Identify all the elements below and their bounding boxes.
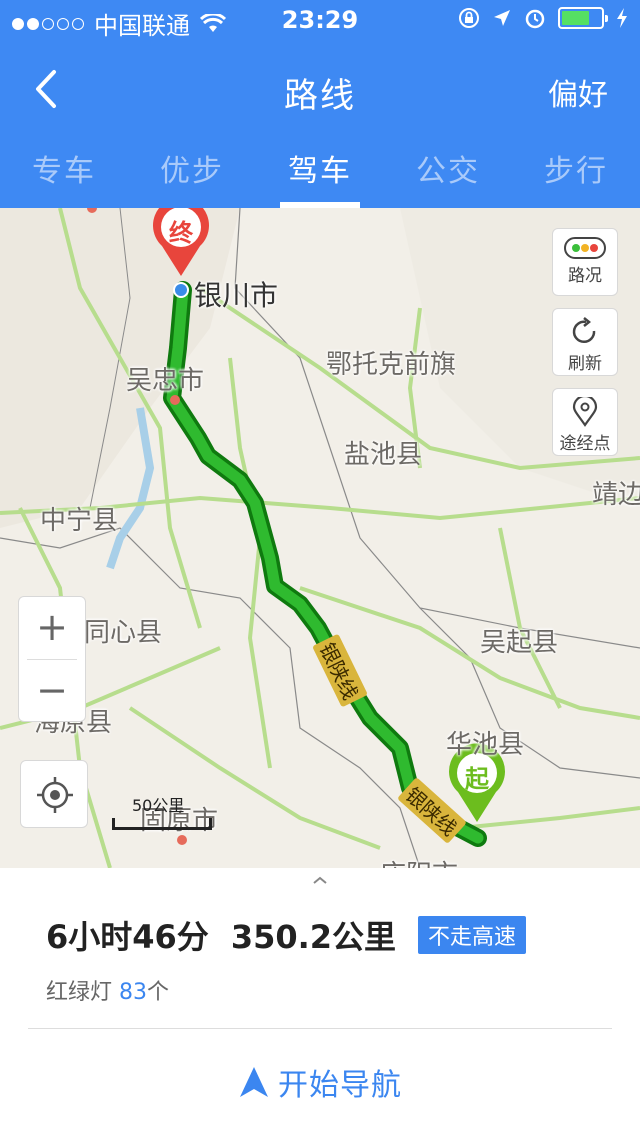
map-label-yinchuan: 银川市 (194, 279, 279, 312)
start-navigation-label: 开始导航 (278, 1068, 402, 1103)
location-arrow-icon (494, 10, 510, 26)
tab-private-car[interactable]: 专车 (0, 140, 128, 208)
page-title: 路线 (284, 76, 356, 116)
traffic-button[interactable]: 路况 (552, 228, 618, 296)
map-label-etuoke: 鄂托克前旗 (326, 350, 457, 380)
map-scale: 50公里 (112, 792, 212, 830)
nav-header: 路线 偏好 (0, 40, 640, 140)
map-canvas (0, 208, 640, 868)
traffic-label: 路况 (568, 266, 602, 286)
waypoint-button[interactable]: 途经点 (552, 388, 618, 456)
battery-icon (558, 7, 608, 29)
refresh-button[interactable]: 刷新 (552, 308, 618, 376)
alarm-icon (525, 9, 545, 29)
transport-mode-tabs: 专车 优步 驾车 公交 步行 (0, 140, 640, 208)
zoom-controls: + − (18, 596, 86, 722)
navigation-arrow-icon (240, 1067, 268, 1097)
status-right (458, 7, 628, 29)
route-map[interactable]: 终 起 银川市 鄂托克前旗 吴忠市 盐池县 靖边 中宁县 同心县 吴起县 海原县… (0, 208, 640, 868)
route-summary: 6小时46分 350.2公里 不走高速 (46, 912, 527, 958)
traffic-lights-count: 83 (119, 980, 148, 1005)
app-screen: 中国联通 23:29 路线 偏好 专车 优步 驾车 公交 步行 终 起 银川市 … (0, 0, 640, 1136)
refresh-icon (572, 317, 596, 344)
refresh-label: 刷新 (568, 354, 602, 374)
locate-me-button[interactable] (20, 760, 88, 828)
panel-divider (28, 1028, 612, 1029)
crosshair-icon (37, 777, 73, 813)
traffic-lights-label: 红绿灯 (46, 980, 113, 1005)
traffic-lights-info: 红绿灯 83个 (46, 974, 169, 1006)
map-label-yanchi: 盐池县 (344, 440, 423, 470)
zoom-out-button[interactable]: − (19, 660, 85, 722)
traffic-lights-unit: 个 (147, 980, 170, 1005)
end-marker-label: 终 (169, 219, 193, 247)
map-label-wuqi: 吴起县 (480, 628, 559, 658)
no-highway-badge: 不走高速 (418, 916, 527, 954)
waypoint-label: 途经点 (559, 434, 611, 454)
route-summary-panel: 6小时46分 350.2公里 不走高速 红绿灯 83个 开始导航 (0, 868, 640, 1136)
map-label-jingbian: 靖边 (592, 480, 640, 510)
route-distance: 350.2公里 (230, 918, 397, 956)
map-label-huachi: 华池县 (446, 730, 525, 760)
map-label-zhongning: 中宁县 (40, 506, 119, 536)
rotation-lock-icon (459, 8, 479, 28)
traffic-light-icon (564, 237, 606, 259)
start-navigation-button[interactable]: 开始导航 (0, 1052, 640, 1112)
charging-icon (617, 8, 627, 28)
route-duration: 6小时46分 (46, 918, 209, 956)
scale-bar (112, 818, 212, 830)
tab-transit[interactable]: 公交 (384, 140, 512, 208)
preferences-button[interactable]: 偏好 (548, 70, 608, 114)
status-bar: 中国联通 23:29 (0, 0, 640, 40)
tab-drive[interactable]: 驾车 (256, 140, 384, 208)
chevron-up-icon[interactable] (306, 872, 334, 888)
map-label-qingyang: 庆阳市 (380, 854, 458, 868)
location-pin-icon (572, 397, 598, 427)
tab-walk[interactable]: 步行 (512, 140, 640, 208)
zoom-in-button[interactable]: + (19, 597, 85, 659)
map-label-tongxin: 同心县 (84, 618, 163, 648)
scale-label: 50公里 (132, 796, 185, 815)
map-label-wuzhong: 吴忠市 (126, 366, 205, 396)
start-marker-label: 起 (465, 765, 489, 793)
tab-uber[interactable]: 优步 (128, 140, 256, 208)
